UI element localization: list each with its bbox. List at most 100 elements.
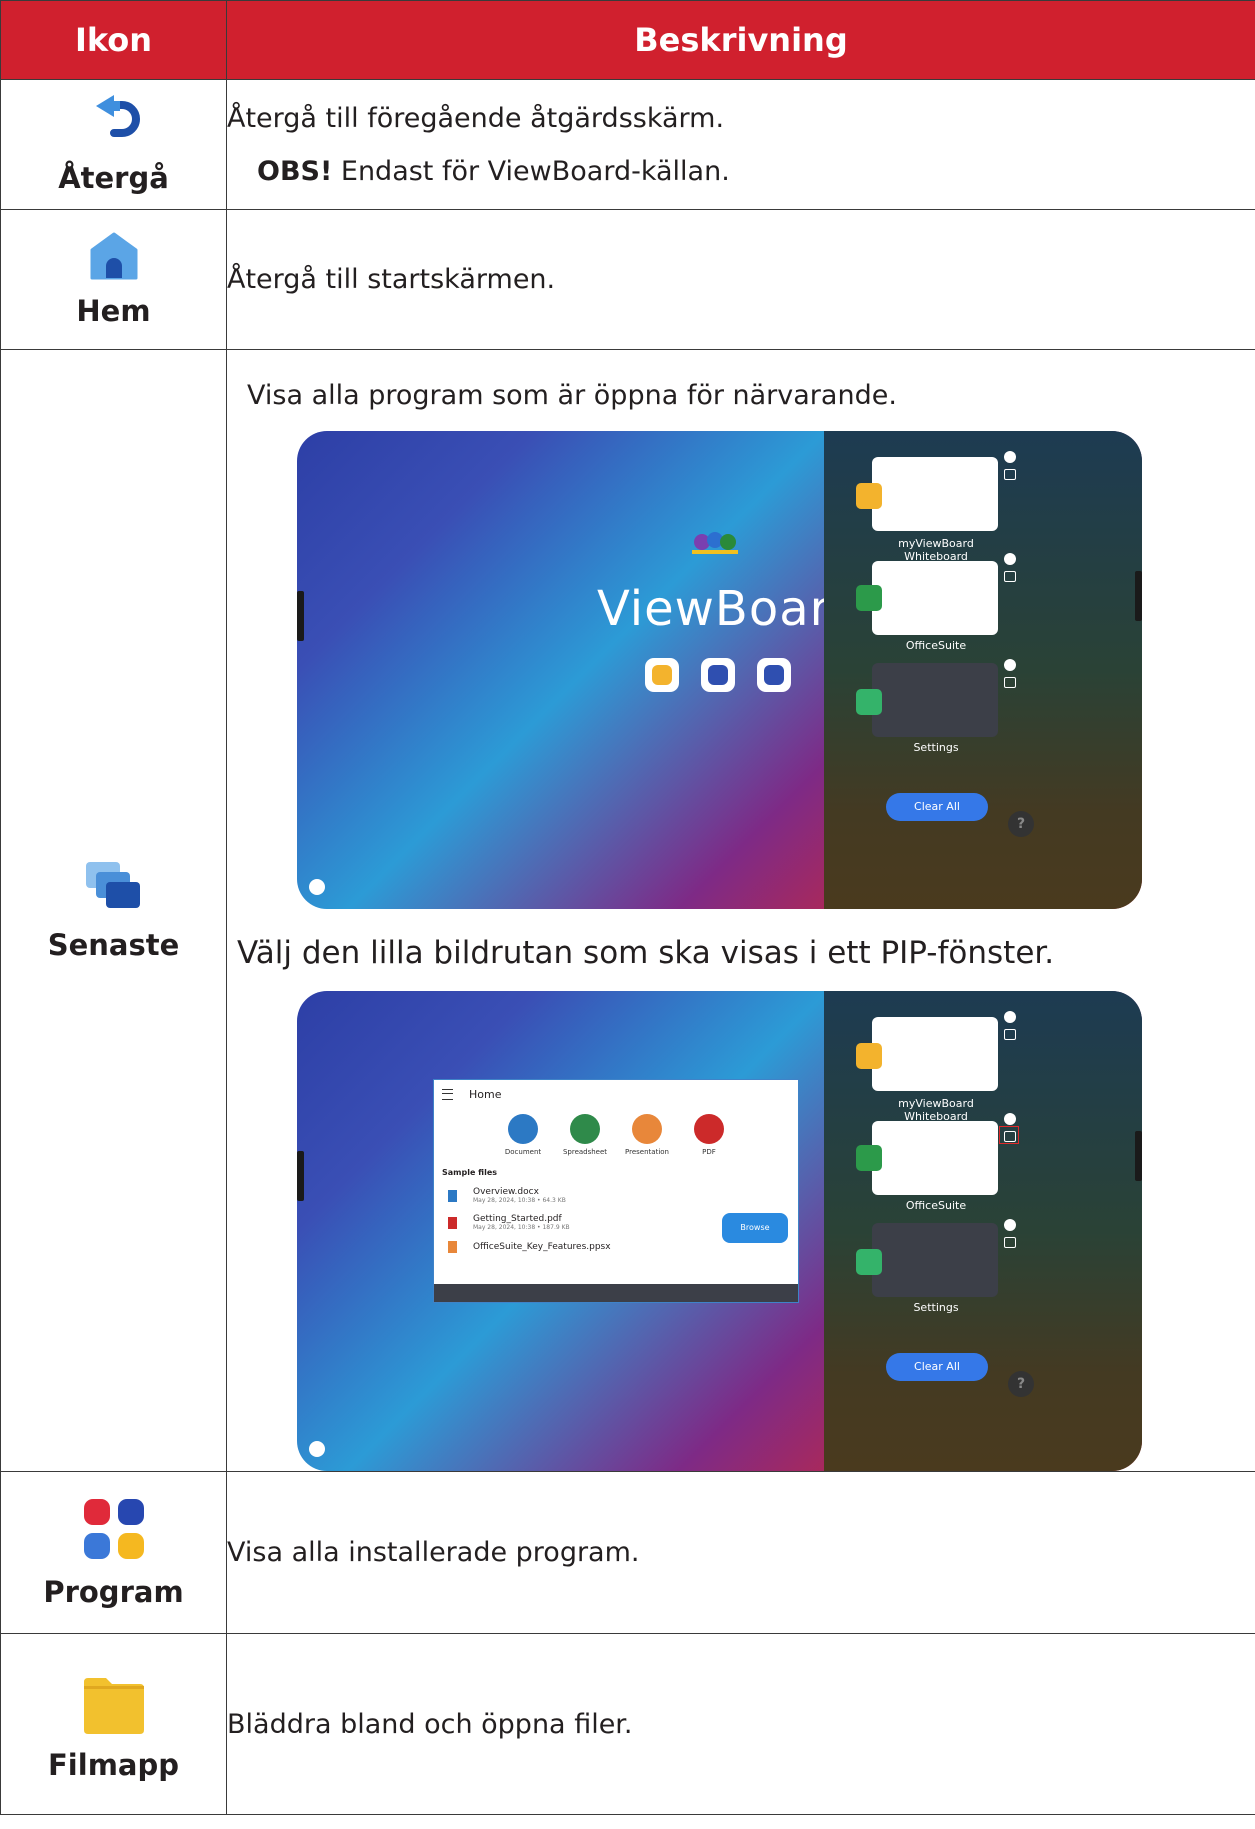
note-text: Endast för ViewBoard-källan. xyxy=(332,155,730,187)
close-card-icon[interactable] xyxy=(1004,1011,1016,1023)
officesuite-pip-window[interactable]: Home Document Spreadsheet Presentation P… xyxy=(433,1079,799,1303)
icon-label: Filmapp xyxy=(48,1748,179,1782)
recent-card-officesuite[interactable] xyxy=(872,561,998,635)
home-app-shortcuts xyxy=(645,658,791,692)
close-card-icon[interactable] xyxy=(1004,659,1016,671)
home-icon xyxy=(90,232,137,279)
icon-cell: Hem xyxy=(0,209,227,350)
pip-window-icon[interactable] xyxy=(1004,1237,1016,1248)
back-arrow-icon xyxy=(95,94,140,137)
browse-button[interactable]: Browse xyxy=(722,1213,788,1243)
table-row: Program Visa alla installerade program. xyxy=(0,1471,1255,1634)
close-card-icon[interactable] xyxy=(1004,553,1016,565)
description-text-2: Välj den lilla bildrutan som ska visas i… xyxy=(237,935,1055,971)
pip-window-icon[interactable] xyxy=(1004,1029,1016,1040)
left-side-handle[interactable] xyxy=(297,1151,304,1201)
description-text: Visa alla program som är öppna för närva… xyxy=(247,380,897,411)
menu-icon[interactable] xyxy=(442,1088,453,1100)
file-name: Overview.docx xyxy=(473,1187,539,1197)
recent-card-label: Settings xyxy=(913,1301,959,1314)
recents-screenshot: ViewBoard myViewBoard Whiteboard OfficeS… xyxy=(297,431,1142,909)
recent-apps-icon xyxy=(85,861,140,908)
input-source-icon[interactable] xyxy=(309,879,325,895)
icon-cell: Filmapp xyxy=(0,1633,227,1815)
officesuite-app-badge-icon xyxy=(856,585,882,611)
recents-panel: myViewBoard Whiteboard OfficeSuite Setti… xyxy=(824,991,1142,1471)
description-cell: Visa alla installerade program. xyxy=(226,1471,1255,1634)
table-row: Senaste Visa alla program som är öppna f… xyxy=(0,349,1255,1472)
input-source-icon[interactable] xyxy=(309,1441,325,1457)
app-whiteboard-icon[interactable] xyxy=(645,658,679,692)
file-name: OfficeSuite_Key_Features.ppsx xyxy=(473,1242,611,1252)
viewboard-brand: ViewBoard xyxy=(597,581,861,637)
tile-presentation[interactable]: Presentation xyxy=(625,1114,669,1156)
icon-label: Program xyxy=(43,1574,184,1609)
recent-card-settings[interactable] xyxy=(872,663,998,737)
app-airsync-icon[interactable] xyxy=(701,658,735,692)
tile-document[interactable]: Document xyxy=(502,1114,544,1156)
ppsx-file-icon xyxy=(448,1241,457,1253)
recent-card-label: myViewBoard Whiteboard xyxy=(898,537,974,563)
table-row: Filmapp Bläddra bland och öppna filer. xyxy=(0,1633,1255,1815)
clear-all-button[interactable]: Clear All xyxy=(886,793,988,821)
folder-icon xyxy=(83,1678,144,1734)
close-card-icon[interactable] xyxy=(1004,1219,1016,1231)
left-side-handle[interactable] xyxy=(297,591,304,641)
description-text: Bläddra bland och öppna filer. xyxy=(227,1708,633,1740)
app-manager-icon[interactable] xyxy=(757,658,791,692)
table-row: Återgå Återgå till föregående åtgärdsskä… xyxy=(0,79,1255,210)
recent-card-label: OfficeSuite xyxy=(905,639,967,652)
header-description: Beskrivning xyxy=(226,0,1255,80)
description-text: Återgå till föregående åtgärdsskärm. xyxy=(227,102,725,134)
file-meta: May 28, 2024, 10:38 • 187.9 KB xyxy=(473,1224,570,1231)
icon-label: Återgå xyxy=(58,160,169,195)
description-cell: Bläddra bland och öppna filer. xyxy=(226,1633,1255,1815)
recent-card-label: OfficeSuite xyxy=(905,1199,967,1212)
recent-card-officesuite[interactable] xyxy=(872,1121,998,1195)
file-name: Getting_Started.pdf xyxy=(473,1214,562,1224)
header-icon: Ikon xyxy=(0,0,227,80)
pip-window-icon[interactable] xyxy=(1004,1131,1016,1142)
pip-window-icon[interactable] xyxy=(1004,469,1016,480)
pdf-file-icon xyxy=(448,1216,457,1229)
file-row[interactable]: Overview.docx May 28, 2024, 10:38 • 64.3 … xyxy=(448,1187,798,1204)
pip-header: Home xyxy=(434,1080,798,1108)
close-card-icon[interactable] xyxy=(1004,1113,1016,1125)
description-text: Återgå till startskärmen. xyxy=(227,264,556,295)
pip-window-icon[interactable] xyxy=(1004,571,1016,582)
recent-card-label: Settings xyxy=(913,741,959,754)
icon-label: Senaste xyxy=(47,927,180,962)
whiteboard-app-badge-icon xyxy=(856,483,882,509)
right-side-handle[interactable] xyxy=(1135,571,1142,621)
recents-panel: myViewBoard Whiteboard OfficeSuite Setti… xyxy=(824,431,1142,909)
icon-cell: Program xyxy=(0,1471,227,1634)
help-button[interactable]: ? xyxy=(1008,811,1034,837)
table-row: Hem Återgå till startskärmen. xyxy=(0,209,1255,350)
apps-grid-icon xyxy=(83,1498,144,1559)
pip-title: Home xyxy=(469,1087,502,1101)
recent-card-settings[interactable] xyxy=(872,1223,998,1297)
tile-pdf[interactable]: PDF xyxy=(688,1114,730,1156)
tile-spreadsheet[interactable]: Spreadsheet xyxy=(563,1114,607,1156)
docx-file-icon xyxy=(448,1189,457,1202)
whiteboard-app-badge-icon xyxy=(856,1043,882,1069)
close-card-icon[interactable] xyxy=(1004,451,1016,463)
sample-files-heading: Sample files xyxy=(442,1168,498,1177)
description-cell: Visa alla program som är öppna för närva… xyxy=(226,349,1255,1472)
pip-window-icon[interactable] xyxy=(1004,677,1016,688)
table-header-row: Ikon Beskrivning xyxy=(0,0,1255,80)
description-cell: Återgå till startskärmen. xyxy=(226,209,1255,350)
viewboard-birds-logo xyxy=(692,532,738,554)
pip-control-bar[interactable] xyxy=(434,1284,798,1302)
icon-description-table: Ikon Beskrivning Återgå Återgå till före… xyxy=(0,0,1255,1815)
right-side-handle[interactable] xyxy=(1135,1131,1142,1181)
recent-card-whiteboard[interactable] xyxy=(872,457,998,531)
pip-screenshot: Home Document Spreadsheet Presentation P… xyxy=(297,991,1142,1471)
officesuite-app-badge-icon xyxy=(856,1145,882,1171)
note: OBS! Endast för ViewBoard-källan. xyxy=(227,156,1255,187)
clear-all-button[interactable]: Clear All xyxy=(886,1353,988,1381)
file-meta: May 28, 2024, 10:38 • 64.3 KB xyxy=(473,1197,566,1204)
settings-app-badge-icon xyxy=(856,689,882,715)
help-button[interactable]: ? xyxy=(1008,1371,1034,1397)
recent-card-whiteboard[interactable] xyxy=(872,1017,998,1091)
